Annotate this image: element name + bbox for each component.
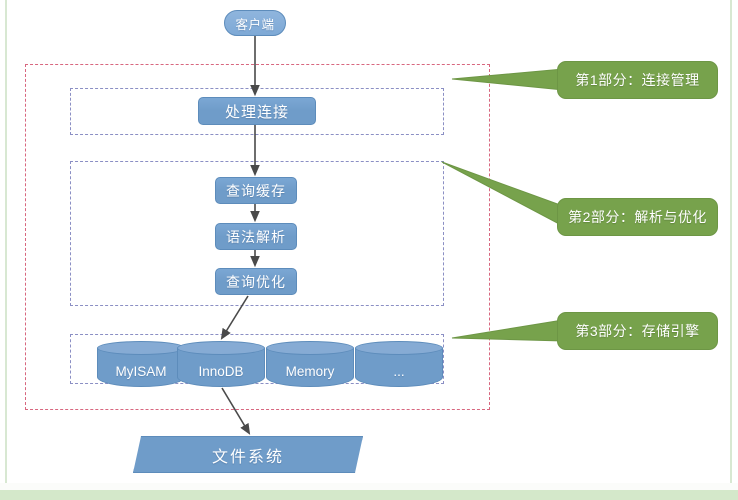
callout-part-2-parse-and-optimize[interactable]: 第2部分：解析与优化	[557, 198, 718, 236]
node-query-optimize[interactable]: 查询优化	[215, 268, 297, 295]
node-query-cache[interactable]: 查询缓存	[215, 177, 297, 204]
node-storage-engine-myisam[interactable]: MyISAM	[97, 341, 185, 387]
diagram-canvas: 客户端 处理连接 查询缓存 语法解析 查询优化 MyISAM InnoDB Me…	[0, 0, 738, 500]
cylinder-top	[266, 341, 354, 355]
node-filesystem-label: 文件系统	[211, 448, 284, 466]
callout-part-1-connection-management[interactable]: 第1部分：连接管理	[557, 61, 718, 99]
node-storage-engine-memory[interactable]: Memory	[266, 341, 354, 387]
page-frame-bottom	[0, 490, 738, 500]
cylinder-label: InnoDB	[198, 363, 244, 379]
cylinder-label: MyISAM	[115, 363, 167, 379]
node-storage-engine-innodb[interactable]: InnoDB	[177, 341, 265, 387]
node-storage-engine-more[interactable]: ...	[355, 341, 443, 387]
cylinder-top	[355, 341, 443, 355]
callout-part-3-storage-engine[interactable]: 第3部分：存储引擎	[557, 312, 718, 350]
node-filesystem[interactable]: 文件系统	[133, 436, 363, 473]
page-frame-bottom-shade	[0, 483, 738, 490]
page-frame-right	[730, 0, 732, 500]
cylinder-top	[177, 341, 265, 355]
node-syntax-parse[interactable]: 语法解析	[215, 223, 297, 250]
node-handle-connection[interactable]: 处理连接	[198, 97, 316, 125]
cylinder-label: ...	[393, 363, 405, 379]
cylinder-label: Memory	[285, 363, 335, 379]
cylinder-top	[97, 341, 185, 355]
page-frame-left	[5, 0, 7, 500]
node-client[interactable]: 客户端	[224, 10, 286, 36]
